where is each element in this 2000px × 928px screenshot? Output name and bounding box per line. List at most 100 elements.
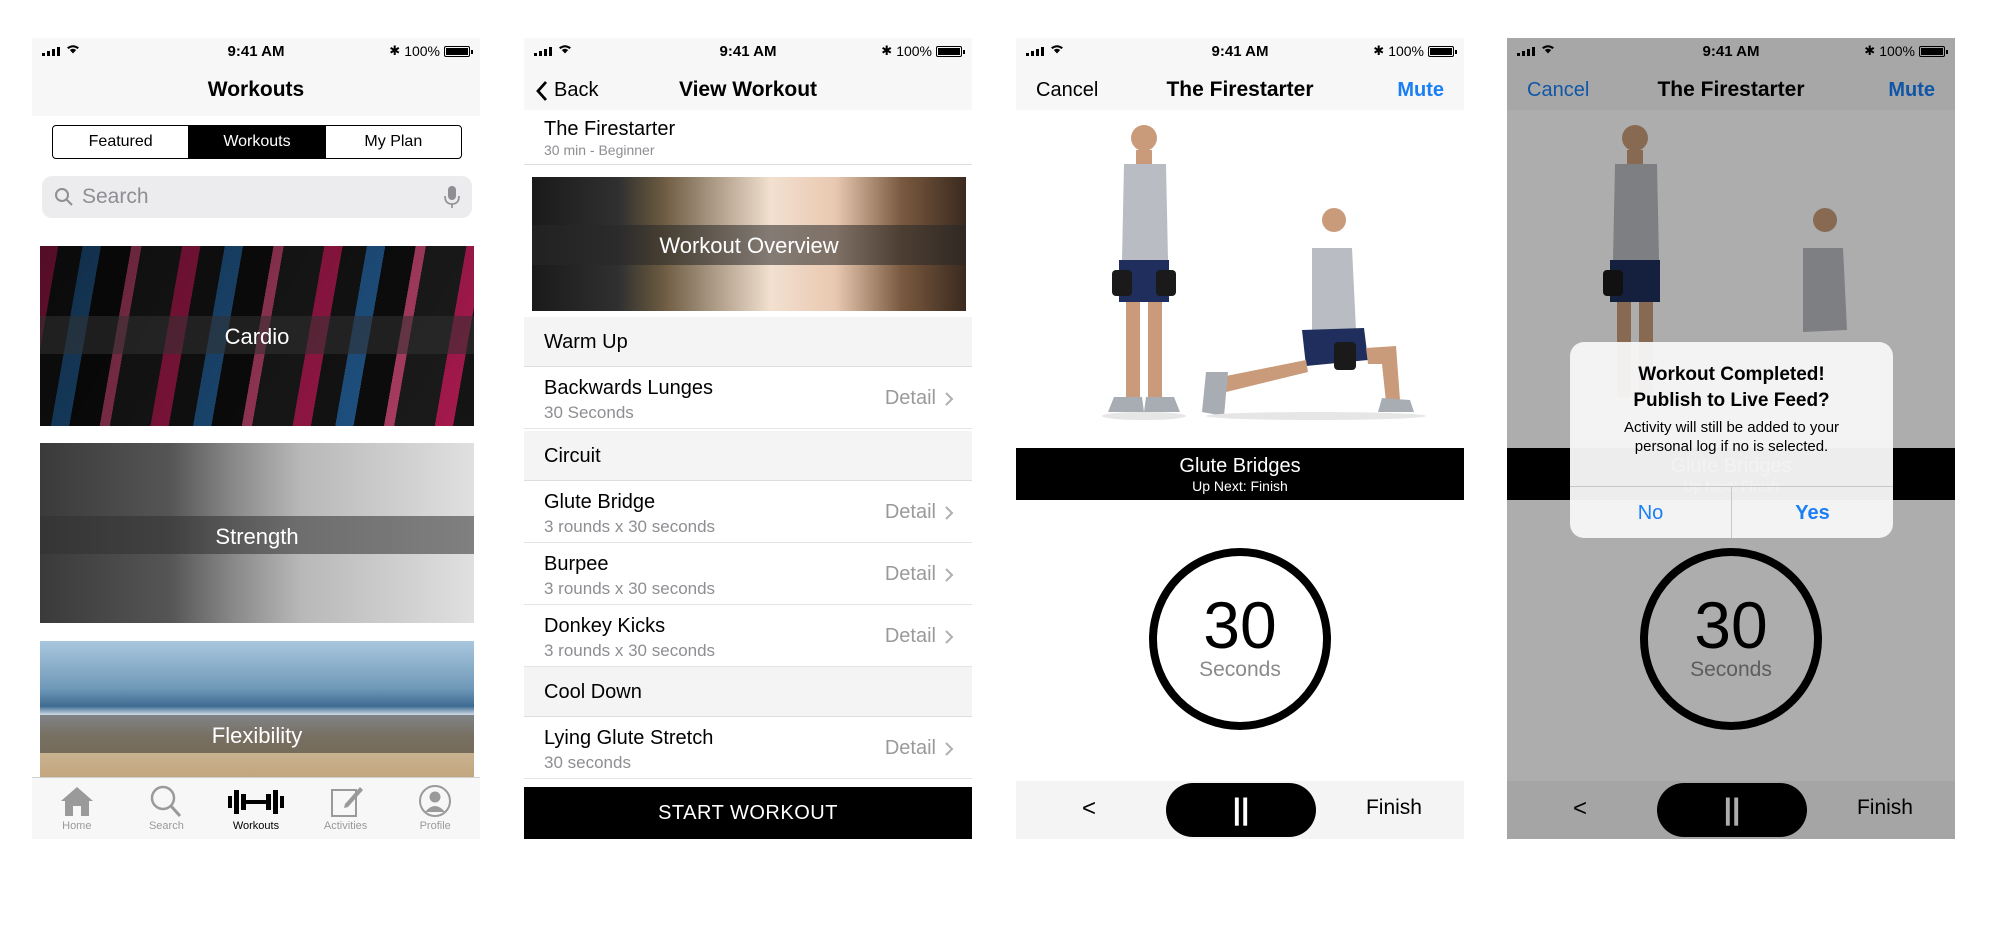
section-label: Warm Up <box>544 331 628 353</box>
battery-icon <box>1428 45 1457 57</box>
playback-controls: < || Finish <box>1016 781 1464 839</box>
status-bar: 9:41 AM ✱ 100% <box>32 38 480 66</box>
exercise-duration: 3 rounds x 30 seconds <box>544 517 716 536</box>
alert-title-line-1: Workout Completed! <box>1638 364 1825 385</box>
segment-featured[interactable]: Featured <box>53 126 190 158</box>
bluetooth-icon: ✱ <box>1373 43 1385 58</box>
exercise-name: Backwards Lunges <box>544 377 713 399</box>
timer-value: 30 <box>1203 588 1277 662</box>
tab-profile-label: Profile <box>419 820 451 832</box>
battery-percent: 100% <box>1388 43 1424 59</box>
alert-message: Activity will still be added to your per… <box>1623 419 1840 455</box>
bluetooth-icon: ✱ <box>881 43 893 58</box>
dumbbell-icon <box>227 790 284 814</box>
previous-button[interactable]: < <box>1082 795 1096 823</box>
yes-button[interactable]: Yes <box>1731 487 1893 538</box>
profile-icon <box>419 785 452 817</box>
search-icon <box>55 188 73 206</box>
exercise-figures-image <box>1102 125 1426 420</box>
exercise-name: Glute Bridge <box>544 491 656 513</box>
battery-percent: 100% <box>896 43 932 59</box>
compose-icon <box>330 787 363 817</box>
chevron-right-icon <box>945 506 954 520</box>
view-workout-screen: 9:41 AM ✱ 100% Back View Workout The Fire… <box>524 38 972 839</box>
search-input[interactable]: Search <box>42 176 472 218</box>
category-flexibility-label: Flexibility <box>211 723 303 748</box>
detail-link[interactable]: Detail <box>885 737 936 760</box>
exercise-duration: 3 rounds x 30 seconds <box>544 641 716 660</box>
exercise-duration: 3 rounds x 30 seconds <box>544 579 716 598</box>
segmented-control: Featured Workouts My Plan <box>52 125 462 159</box>
chevron-right-icon <box>945 742 954 756</box>
section-warm-up: Warm Up <box>524 317 972 367</box>
pause-button[interactable]: || <box>1166 783 1316 837</box>
battery-icon <box>444 45 473 57</box>
exercise-duration: 30 seconds <box>544 753 631 772</box>
list-item[interactable]: Burpee 3 rounds x 30 seconds Detail <box>524 543 972 605</box>
mute-button[interactable]: Mute <box>1397 79 1444 102</box>
nav-bar: Cancel The Firestarter Mute <box>1016 66 1464 110</box>
current-exercise-bar: Glute Bridges Up Next: Finish <box>1016 448 1464 500</box>
exercise-illustration <box>1016 110 1464 446</box>
start-workout-button[interactable]: START WORKOUT <box>524 787 972 839</box>
tab-bar: Home Search Workouts Activities Profile <box>32 777 480 839</box>
category-cardio[interactable]: Cardio <box>40 246 474 426</box>
exercise-player-screen: 9:41 AM ✱ 100% Cancel The Firestarter Mut… <box>1016 38 1464 839</box>
workout-meta: 30 min - Beginner <box>544 142 655 158</box>
status-bar: 9:41 AM ✱ 100% <box>1016 38 1464 66</box>
category-strength[interactable]: Strength <box>40 443 474 623</box>
tab-activities-label: Activities <box>323 820 368 832</box>
section-circuit: Circuit <box>524 431 972 481</box>
alert-title-line-2: Publish to Live Feed? <box>1633 390 1830 411</box>
list-item[interactable]: Glute Bridge 3 rounds x 30 seconds Detai… <box>524 481 972 543</box>
list-item[interactable]: Lying Glute Stretch 30 seconds Detail <box>524 717 972 779</box>
status-bar: 9:41 AM ✱ 100% <box>524 38 972 66</box>
segment-my-plan[interactable]: My Plan <box>326 126 461 158</box>
no-button[interactable]: No <box>1570 487 1731 538</box>
section-label: Cool Down <box>544 681 642 703</box>
finish-button[interactable]: Finish <box>1366 796 1422 820</box>
overview-label: Workout Overview <box>659 233 839 258</box>
tab-search[interactable]: Search <box>122 778 212 839</box>
detail-link[interactable]: Detail <box>885 501 936 524</box>
tab-home[interactable]: Home <box>32 778 122 839</box>
chevron-right-icon <box>945 568 954 582</box>
segment-workouts[interactable]: Workouts <box>189 126 326 158</box>
category-flexibility[interactable]: Flexibility <box>40 641 474 777</box>
detail-link[interactable]: Detail <box>885 387 936 410</box>
tab-profile[interactable]: Profile <box>390 778 480 839</box>
publish-alert-dialog: Workout Completed! Publish to Live Feed?… <box>1570 342 1893 538</box>
bluetooth-icon: ✱ <box>389 43 401 58</box>
tab-home-label: Home <box>62 820 92 832</box>
section-label: Circuit <box>544 445 601 467</box>
tab-search-label: Search <box>148 820 184 832</box>
nav-bar: Back View Workout <box>524 66 972 110</box>
battery-icon <box>936 45 965 57</box>
detail-link[interactable]: Detail <box>885 625 936 648</box>
page-title: View Workout <box>678 78 818 101</box>
list-item[interactable]: Backwards Lunges 30 Seconds Detail <box>524 367 972 429</box>
workout-overview-banner[interactable]: Workout Overview <box>532 177 966 311</box>
exercise-name: Lying Glute Stretch <box>544 727 714 749</box>
detail-link[interactable]: Detail <box>885 563 936 586</box>
tab-workouts[interactable]: Workouts <box>211 778 301 839</box>
category-cardio-label: Cardio <box>224 324 290 349</box>
battery-percent: 100% <box>404 43 440 59</box>
search-tab-icon <box>151 785 182 818</box>
alert-buttons: No Yes <box>1570 486 1893 538</box>
list-item[interactable]: Donkey Kicks 3 rounds x 30 seconds Detai… <box>524 605 972 667</box>
exercise-duration: 30 Seconds <box>544 403 634 422</box>
workout-complete-screen: 9:41 AM ✱ 100% Cancel The Firestarter Mut… <box>1507 38 1955 839</box>
microphone-icon[interactable] <box>444 185 460 209</box>
exercise-name: Burpee <box>544 553 609 575</box>
chevron-right-icon <box>945 630 954 644</box>
home-icon <box>60 787 93 816</box>
tab-workouts-label: Workouts <box>232 820 280 832</box>
chevron-right-icon <box>945 392 954 406</box>
workout-name: The Firestarter <box>544 118 676 140</box>
current-exercise-name: Glute Bridges <box>1179 455 1301 477</box>
countdown-timer: 30 Seconds <box>1149 548 1331 730</box>
search-placeholder: Search <box>82 185 149 208</box>
tab-activities[interactable]: Activities <box>301 778 391 839</box>
exercise-name: Donkey Kicks <box>544 615 666 637</box>
